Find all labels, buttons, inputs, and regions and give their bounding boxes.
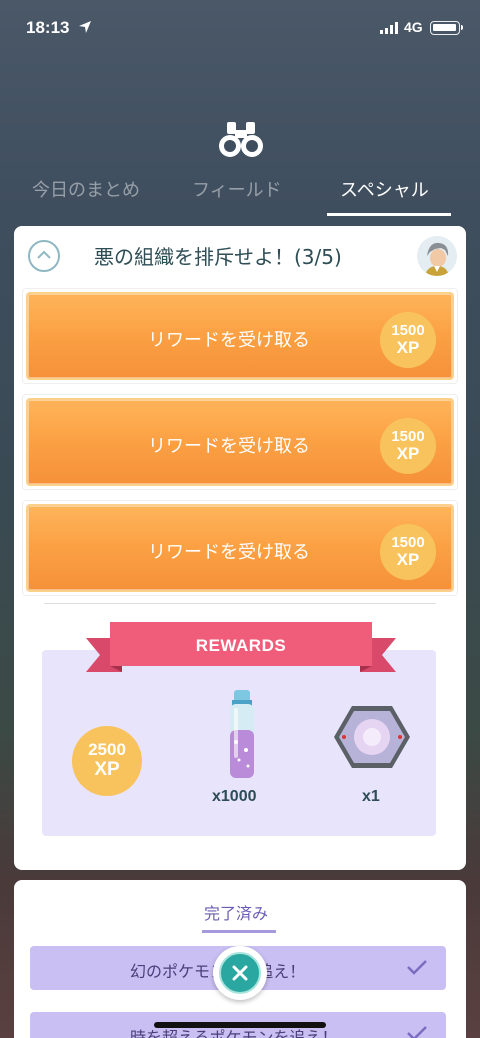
xp-badge: 1500 XP: [380, 312, 436, 368]
claim-reward-button[interactable]: リワードを受け取る 1500 XP: [26, 504, 454, 592]
close-icon: [232, 965, 248, 981]
stardust-vial-icon: [230, 690, 254, 778]
tab-special[interactable]: スペシャル: [340, 176, 429, 202]
incense-count: x1: [362, 788, 380, 805]
battery-icon: [430, 21, 463, 35]
xp-unit: XP: [396, 338, 420, 357]
xp-value: 1500: [391, 534, 425, 551]
completed-tab-indicator: [202, 930, 276, 933]
xp-coin-icon: 2500 XP: [72, 726, 142, 796]
xp-unit: XP: [396, 444, 420, 463]
stardust-count: x1000: [212, 788, 257, 805]
tab-bar: 今日のまとめ フィールド スペシャル: [0, 170, 480, 220]
xp-value: 1500: [391, 428, 425, 445]
claim-reward-label: リワードを受け取る: [148, 436, 310, 457]
active-tab-indicator: [327, 213, 451, 216]
binoculars-icon: [219, 122, 263, 157]
special-research-card: 悪の組織を排斥せよ！(3/5) リワードを受け取る 1500 XP リワードを受…: [14, 226, 466, 870]
reward-xp-value: 2500: [88, 740, 126, 759]
xp-value: 1500: [391, 322, 425, 339]
location-arrow-icon: [79, 21, 91, 33]
claim-reward-label: リワードを受け取る: [148, 542, 310, 563]
xp-badge: 1500 XP: [380, 418, 436, 474]
reward-row: リワードを受け取る 1500 XP: [22, 394, 458, 490]
status-bar: 18:13 4G: [0, 0, 480, 56]
collapse-button[interactable]: [28, 240, 60, 272]
divider: [44, 603, 436, 604]
home-indicator[interactable]: [154, 1022, 326, 1028]
professor-avatar: [417, 236, 457, 276]
signal-icon: [380, 22, 398, 34]
checkmark-icon: [407, 960, 427, 975]
claim-reward-button[interactable]: リワードを受け取る 1500 XP: [26, 398, 454, 486]
chevron-up-icon: [37, 250, 51, 259]
tab-completed[interactable]: 完了済み: [204, 900, 268, 924]
quest-header: 悪の組織を排斥せよ！(3/5): [14, 226, 466, 288]
checkmark-icon: [407, 1026, 427, 1038]
reward-xp-unit: XP: [94, 759, 120, 780]
reward-row: リワードを受け取る 1500 XP: [22, 288, 458, 384]
rewards-ribbon-label: REWARDS: [195, 636, 287, 655]
close-button[interactable]: [213, 946, 267, 1000]
status-time: 18:13: [26, 18, 70, 37]
xp-unit: XP: [396, 550, 420, 569]
network-label: 4G: [404, 19, 423, 35]
tab-field[interactable]: フィールド: [192, 176, 282, 202]
tab-today-summary[interactable]: 今日のまとめ: [32, 176, 140, 202]
quest-title: 悪の組織を排斥せよ！(3/5): [94, 245, 342, 269]
reward-row: リワードを受け取る 1500 XP: [22, 500, 458, 596]
incense-icon: [334, 706, 410, 768]
claim-reward-button[interactable]: リワードを受け取る 1500 XP: [26, 292, 454, 380]
xp-badge: 1500 XP: [380, 524, 436, 580]
claim-reward-label: リワードを受け取る: [148, 330, 310, 351]
